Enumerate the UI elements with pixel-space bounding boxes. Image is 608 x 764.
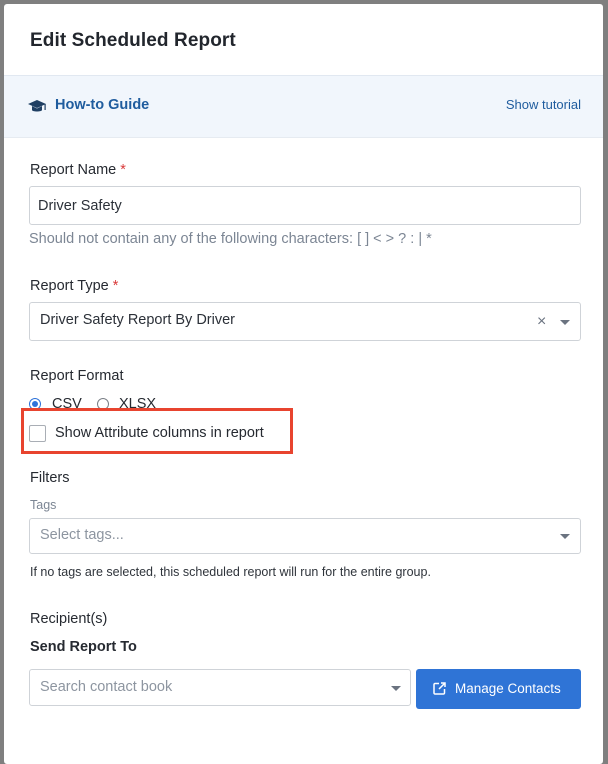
report-name-label: Report Name * [30,162,126,178]
show-attribute-columns-label[interactable]: Show Attribute columns in report [55,425,264,441]
tags-label: Tags [30,498,57,512]
tags-note: If no tags are selected, this scheduled … [30,565,431,579]
chevron-down-icon[interactable] [391,686,401,691]
contact-book-search[interactable]: Search contact book [29,669,411,706]
report-name-input[interactable] [29,186,581,225]
recipients-label: Recipient(s) [30,611,108,627]
send-report-to-label: Send Report To [30,639,137,655]
graduation-cap-icon [28,100,46,112]
report-type-select[interactable]: Driver Safety Report By Driver × [29,302,581,341]
report-format-label: Report Format [30,368,124,384]
report-type-selected-value: Driver Safety Report By Driver [40,312,235,328]
chevron-down-icon[interactable] [560,534,570,539]
manage-contacts-label: Manage Contacts [455,681,561,696]
edit-scheduled-report-modal: Edit Scheduled Report How-to Guide Show … [4,4,603,764]
chevron-down-icon[interactable] [560,320,570,325]
required-mark: * [120,162,126,178]
manage-contacts-button[interactable]: Manage Contacts [416,669,581,709]
external-link-icon [433,682,446,695]
report-type-label: Report Type * [30,278,118,294]
report-name-hint: Should not contain any of the following … [29,231,432,247]
how-to-guide-banner: How-to Guide Show tutorial [4,75,603,138]
contact-book-placeholder: Search contact book [40,679,173,695]
report-type-label-text: Report Type [30,278,109,294]
required-mark: * [112,278,119,294]
modal-title: Edit Scheduled Report [30,30,236,51]
tags-select[interactable]: Select tags... [29,518,581,554]
show-attribute-columns-checkbox[interactable] [29,425,46,442]
report-name-label-text: Report Name [30,162,117,178]
tags-placeholder: Select tags... [40,527,124,543]
show-tutorial-link[interactable]: Show tutorial [506,97,581,112]
clear-icon[interactable]: × [537,314,546,330]
how-to-guide-title[interactable]: How-to Guide [55,97,149,113]
filters-label: Filters [30,470,70,486]
